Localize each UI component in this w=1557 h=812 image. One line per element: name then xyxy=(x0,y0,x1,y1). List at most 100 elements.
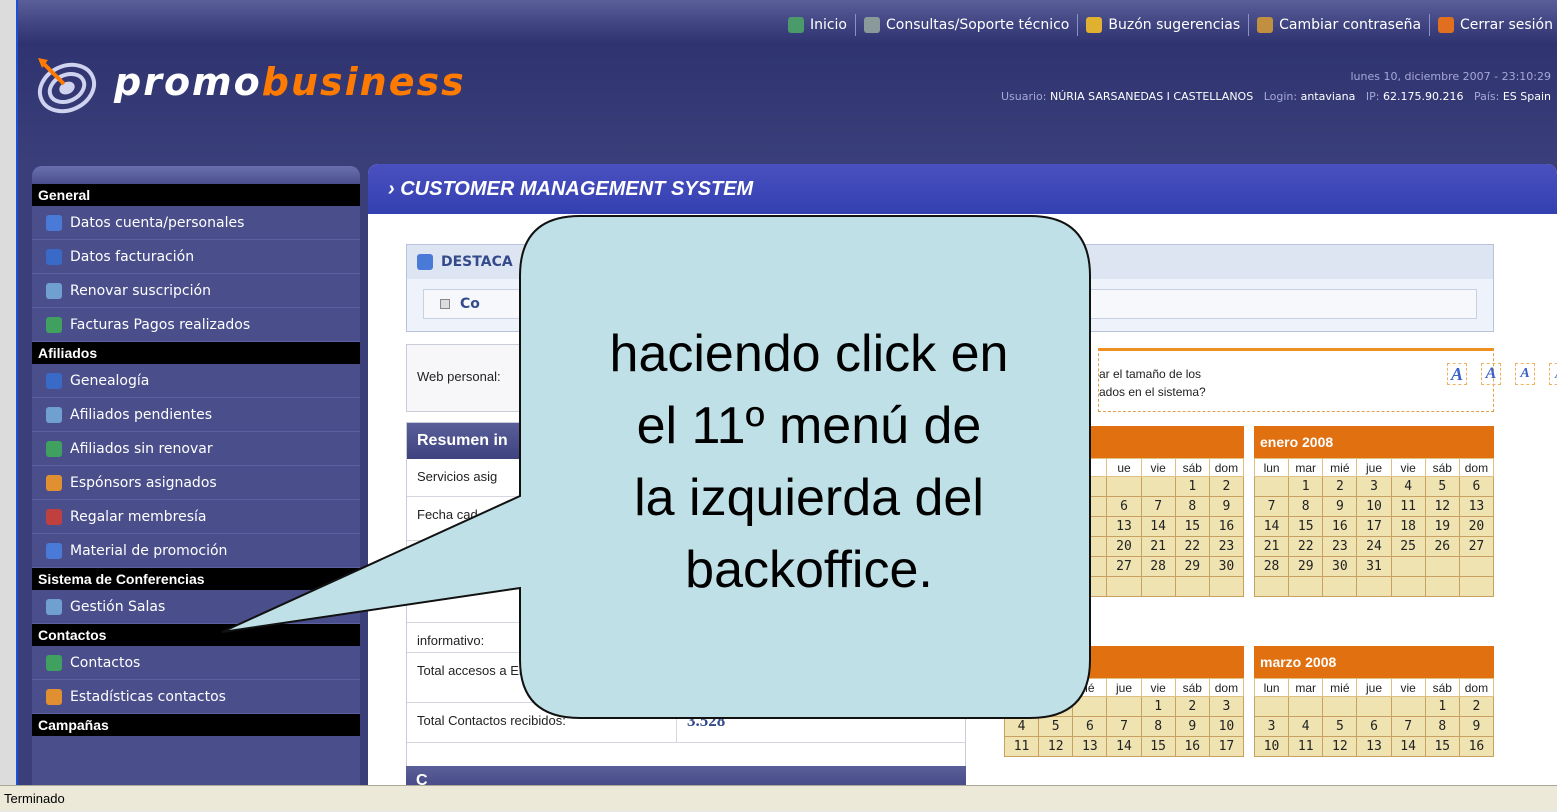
calendar-day[interactable]: 5 xyxy=(1322,716,1358,737)
calendar-day[interactable]: 28 xyxy=(1253,556,1290,577)
calendar-day[interactable]: 3 xyxy=(1253,716,1290,737)
calendar-day[interactable]: 18 xyxy=(1390,516,1426,537)
calendar-day[interactable]: 1 xyxy=(1174,476,1210,497)
sidebar-item[interactable]: Genealogía xyxy=(32,364,360,398)
calendar-day[interactable]: 1 xyxy=(1424,696,1460,717)
calendar-day[interactable]: 6 xyxy=(1458,476,1495,497)
calendar-day[interactable]: 12 xyxy=(1322,736,1358,757)
calendar-day[interactable]: 8 xyxy=(1174,496,1210,517)
calendar-day[interactable]: 29 xyxy=(1288,556,1324,577)
calendar-day[interactable]: 5 xyxy=(1038,716,1074,737)
calendar-day[interactable]: 4 xyxy=(1288,716,1324,737)
calendar-day[interactable]: 5 xyxy=(1424,476,1460,497)
calendar-day[interactable]: 15 xyxy=(1288,516,1324,537)
calendar-day[interactable]: 8 xyxy=(1424,716,1460,737)
calendar-day[interactable]: 6 xyxy=(1356,716,1392,737)
calendar-day[interactable]: 13 xyxy=(1458,496,1495,517)
calendar-day[interactable]: 6 xyxy=(1106,496,1142,517)
calendar-day[interactable]: 2 xyxy=(1174,696,1210,717)
calendar-day[interactable]: 11 xyxy=(1003,736,1040,757)
calendar-day[interactable]: 16 xyxy=(1208,516,1245,537)
calendar-day[interactable]: 1 xyxy=(1140,696,1176,717)
calendar-day[interactable]: 3 xyxy=(1208,696,1245,717)
nav-link-3[interactable]: Cambiar contraseña xyxy=(1257,17,1421,33)
calendar-day[interactable]: 27 xyxy=(1106,556,1142,577)
calendar-day[interactable]: 9 xyxy=(1322,496,1358,517)
sidebar-item[interactable]: Regalar membresía xyxy=(32,500,360,534)
font-size-button[interactable]: A xyxy=(1481,363,1501,385)
sidebar-item[interactable]: Afiliados pendientes xyxy=(32,398,360,432)
sidebar-item[interactable]: Gestión Salas xyxy=(32,590,360,624)
calendar-day[interactable]: 13 xyxy=(1356,736,1392,757)
calendar-day[interactable]: 7 xyxy=(1140,496,1176,517)
font-size-button[interactable]: A xyxy=(1515,363,1535,385)
logo-text[interactable]: promobusiness xyxy=(114,60,466,104)
calendar-day[interactable]: 27 xyxy=(1458,536,1495,557)
sidebar-item[interactable]: Afiliados sin renovar xyxy=(32,432,360,466)
calendar-day[interactable]: 12 xyxy=(1424,496,1460,517)
sidebar-item[interactable]: Datos cuenta/personales xyxy=(32,206,360,240)
destacados-item[interactable]: Co xyxy=(423,289,1477,319)
calendar-day[interactable]: 16 xyxy=(1322,516,1358,537)
calendar-day[interactable]: 14 xyxy=(1106,736,1142,757)
calendar-day[interactable]: 22 xyxy=(1288,536,1324,557)
calendar-day[interactable]: 14 xyxy=(1390,736,1426,757)
calendar-day[interactable]: 1 xyxy=(1288,476,1324,497)
calendar-day[interactable]: 14 xyxy=(1140,516,1176,537)
calendar-day[interactable]: 7 xyxy=(1253,496,1290,517)
calendar-day[interactable]: 2 xyxy=(1458,696,1495,717)
sidebar-item[interactable]: Datos facturación xyxy=(32,240,360,274)
sidebar-item[interactable]: Renovar suscripción xyxy=(32,274,360,308)
calendar-day[interactable]: 23 xyxy=(1208,536,1245,557)
sidebar-item[interactable]: Contactos xyxy=(32,646,360,680)
calendar-day[interactable]: 15 xyxy=(1140,736,1176,757)
calendar-day[interactable]: 9 xyxy=(1208,496,1245,517)
font-size-button[interactable]: A xyxy=(1447,363,1467,385)
calendar-day[interactable]: 31 xyxy=(1356,556,1392,577)
calendar-day[interactable]: 17 xyxy=(1356,516,1392,537)
sidebar-item[interactable]: Estadísticas contactos xyxy=(32,680,360,714)
calendar-day[interactable]: 22 xyxy=(1174,536,1210,557)
calendar-day[interactable]: 4 xyxy=(1390,476,1426,497)
nav-link-1[interactable]: Consultas/Soporte técnico xyxy=(863,17,1069,33)
calendar-day[interactable]: 6 xyxy=(1072,716,1108,737)
calendar-day[interactable]: 13 xyxy=(1106,516,1142,537)
calendar-day[interactable]: 25 xyxy=(1390,536,1426,557)
calendar-day[interactable]: 13 xyxy=(1072,736,1108,757)
sidebar-item[interactable]: Material de promoción xyxy=(32,534,360,568)
calendar-day[interactable]: 14 xyxy=(1253,516,1290,537)
calendar-day[interactable]: 23 xyxy=(1322,536,1358,557)
calendar-day[interactable]: 9 xyxy=(1174,716,1210,737)
calendar-day[interactable]: 12 xyxy=(1038,736,1074,757)
calendar-day[interactable]: 24 xyxy=(1356,536,1392,557)
calendar-day[interactable]: 10 xyxy=(1253,736,1290,757)
calendar-day[interactable]: 28 xyxy=(1140,556,1176,577)
calendar-day[interactable]: 8 xyxy=(1288,496,1324,517)
calendar-day[interactable]: 19 xyxy=(1424,516,1460,537)
calendar-day[interactable]: 10 xyxy=(1208,716,1245,737)
calendar-day[interactable]: 15 xyxy=(1174,516,1210,537)
calendar-day[interactable]: 10 xyxy=(1356,496,1392,517)
calendar-day[interactable]: 21 xyxy=(1140,536,1176,557)
calendar-day[interactable]: 11 xyxy=(1288,736,1324,757)
calendar-day[interactable]: 4 xyxy=(1003,716,1040,737)
calendar-day[interactable]: 7 xyxy=(1390,716,1426,737)
calendar-day[interactable]: 16 xyxy=(1174,736,1210,757)
calendar-day[interactable]: 30 xyxy=(1322,556,1358,577)
calendar-day[interactable]: 15 xyxy=(1424,736,1460,757)
nav-link-4[interactable]: Cerrar sesión xyxy=(1438,17,1553,33)
sidebar-item[interactable]: Espónsors asignados xyxy=(32,466,360,500)
calendar-day[interactable]: 8 xyxy=(1140,716,1176,737)
calendar-day[interactable]: 2 xyxy=(1208,476,1245,497)
calendar-day[interactable]: 26 xyxy=(1424,536,1460,557)
calendar-day[interactable]: 17 xyxy=(1208,736,1245,757)
calendar-day[interactable]: 9 xyxy=(1458,716,1495,737)
calendar-day[interactable]: 20 xyxy=(1106,536,1142,557)
calendar-day[interactable]: 3 xyxy=(1356,476,1392,497)
nav-link-2[interactable]: Buzón sugerencias xyxy=(1086,17,1240,33)
calendar-day[interactable]: 16 xyxy=(1458,736,1495,757)
calendar-day[interactable]: 2 xyxy=(1322,476,1358,497)
nav-link-0[interactable]: Inicio xyxy=(787,17,847,33)
font-size-button[interactable]: A xyxy=(1549,363,1557,385)
calendar-day[interactable]: 7 xyxy=(1106,716,1142,737)
